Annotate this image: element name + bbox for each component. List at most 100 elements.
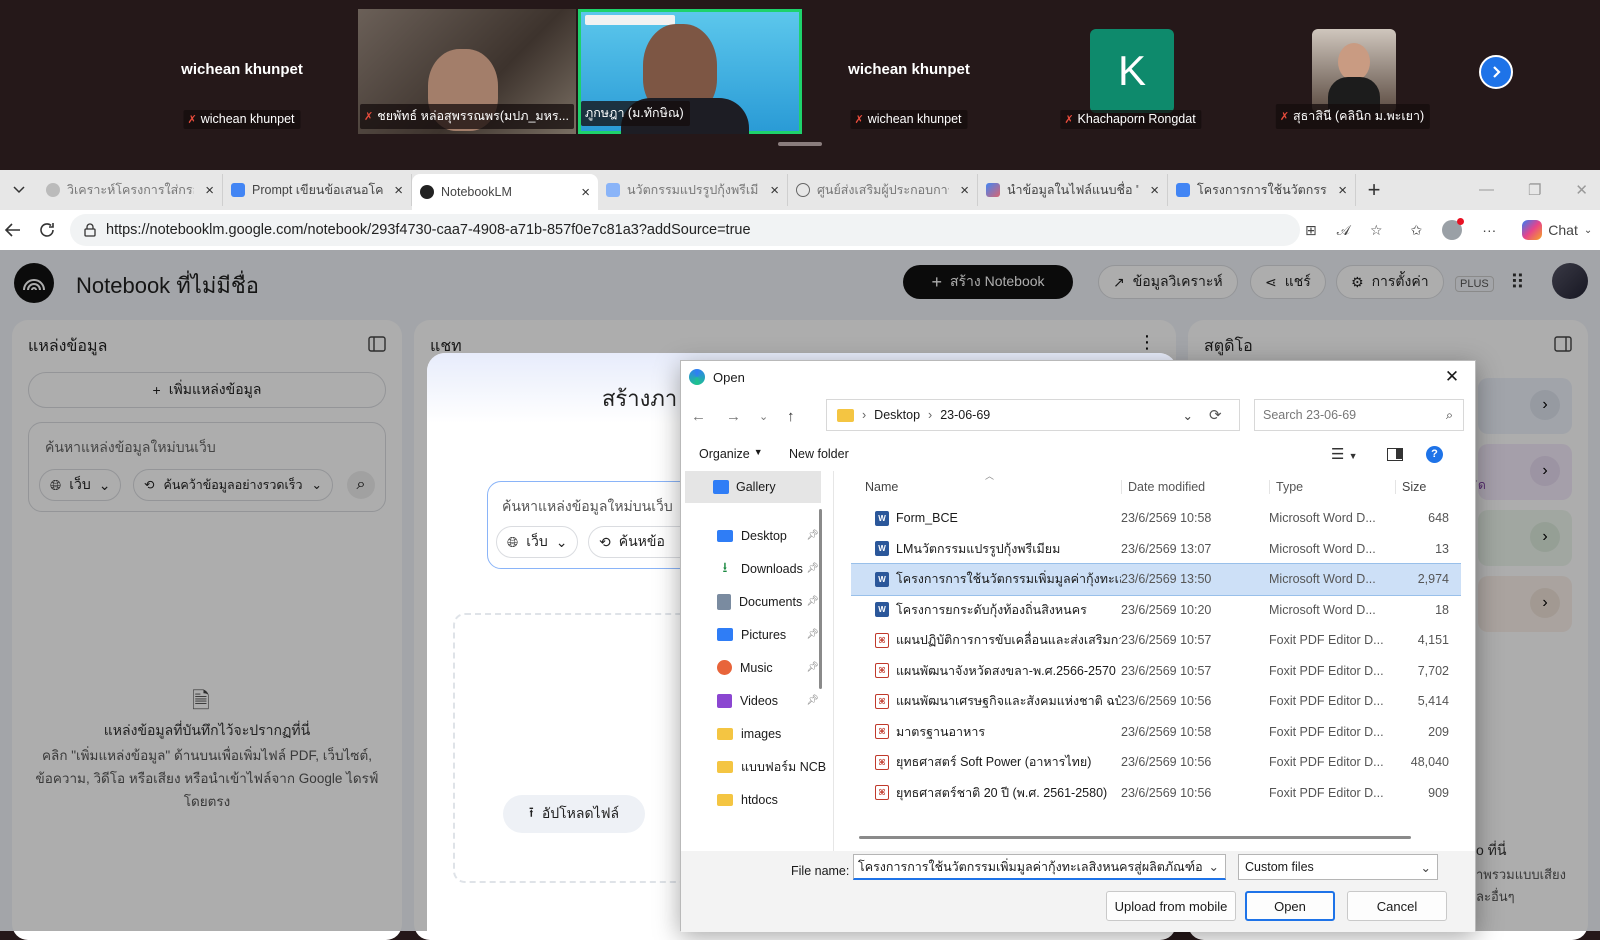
nav-item-pictures[interactable]: Pictures 📌︎ — [681, 618, 833, 651]
file-name: W โครงการการใช้นวัตกรรมเพิ่มมูลค่ากุ้งทะเ… — [851, 569, 1121, 589]
nav-item-folder[interactable]: images — [681, 717, 833, 750]
copilot-icon — [1522, 220, 1543, 240]
notebooklm-icon — [420, 185, 434, 199]
more-menu-icon[interactable]: ··· — [1482, 222, 1496, 238]
app-available-icon[interactable]: ⊞ — [1305, 222, 1317, 239]
close-tab-icon[interactable]: × — [960, 182, 969, 199]
organize-menu[interactable]: Organize ▼ — [699, 447, 763, 461]
chevron-down-icon: ⌄ — [1420, 860, 1431, 875]
column-date[interactable]: Date modified — [1121, 480, 1269, 494]
tab[interactable]: Prompt เขียนข้อเสนอโครงการ× — [223, 174, 412, 206]
participant-tile[interactable]: wichean khunpet ✗ wichean khunpet — [800, 9, 1018, 134]
search-input[interactable]: ค้นหาแหล่งข้อมูลใหม่บนเว็บ — [502, 496, 673, 518]
file-type: Microsoft Word D... — [1269, 511, 1376, 526]
column-type[interactable]: Type — [1269, 480, 1395, 494]
participant-video-tile[interactable]: ✗ ชยพัทธ์ หล่อสุพรรณพร(มปภ_มหร... — [358, 9, 576, 134]
breadcrumb[interactable]: › Desktop › 23-06-69 ⌄ — [826, 399, 1240, 431]
recent-locations-icon[interactable]: ⌄ — [759, 410, 768, 423]
command-bar: Organize ▼ New folder ☰ ▼ ? — [681, 439, 1475, 469]
file-row[interactable]: W โครงการการใช้นวัตกรรมเพิ่มมูลค่ากุ้งทะเ… — [851, 563, 1461, 596]
restore-button[interactable]: ❐ — [1528, 181, 1541, 199]
file-row[interactable]: ⌘แผนปฏิบัติการการขับเคลื่อนและส่งเสริมกา… — [851, 625, 1461, 656]
nav-item-videos[interactable]: Videos 📌︎ — [681, 684, 833, 717]
search-input[interactable]: Search 23-06-69 ⌕ — [1254, 399, 1464, 431]
tab[interactable]: โครงการการใช้นวัตกรรมเพิ่ม× — [1168, 174, 1356, 206]
url-field[interactable]: https://notebooklm.google.com/notebook/2… — [70, 214, 1300, 246]
favorite-star-icon[interactable]: ☆ — [1370, 222, 1383, 239]
close-tab-icon[interactable]: × — [1338, 182, 1347, 199]
nav-item-downloads[interactable]: ⭳ Downloads 📌︎ — [681, 552, 833, 585]
column-size[interactable]: Size — [1395, 480, 1455, 494]
close-tab-icon[interactable]: × — [770, 182, 779, 199]
tab-list-button[interactable] — [0, 186, 38, 194]
participant-tile[interactable]: K ✗ Khachaporn Rongdat — [1022, 9, 1240, 134]
horizontal-scrollbar[interactable] — [859, 836, 1411, 839]
preview-pane-icon[interactable] — [1387, 447, 1403, 461]
file-row[interactable]: ⌘ แผนพัฒนาจังหวัดสงขลา-พ.ศ.2566-2570 23/6/… — [851, 656, 1461, 687]
file-row[interactable]: ⌘แผนพัฒนาเศรษฐกิจและสังคมแห่งชาติ ฉบับที… — [851, 686, 1461, 717]
research-icon: ⟲ — [599, 533, 611, 550]
view-options-icon[interactable]: ☰ ▼ — [1331, 445, 1358, 463]
help-icon[interactable]: ? — [1426, 445, 1443, 463]
file-size: 4,151 — [1417, 633, 1449, 648]
close-tab-icon[interactable]: × — [581, 184, 590, 201]
file-date: 23/6/2569 10:58 — [1121, 724, 1212, 739]
read-aloud-icon[interactable]: 𝒜 — [1337, 222, 1350, 239]
file-row[interactable]: ⌘ ยุทธศาสตร์ Soft Power (อาหารไทย) 23/6/25… — [851, 747, 1461, 778]
upload-file-button[interactable]: ⭱ อัปโหลดไฟล์ — [503, 795, 645, 833]
tab[interactable]: นวัตกรรมแปรรูปกุ้งพรีเมียม× — [598, 174, 788, 206]
chevron-down-icon: ⌄ — [555, 533, 568, 550]
file-row[interactable]: ⌘ ยุทธศาสตร์ชาติ 20 ปี (พ.ศ. 2561-2580) 23… — [851, 778, 1461, 809]
favorites-icon[interactable]: ✩ — [1411, 222, 1423, 239]
new-tab-button[interactable]: + — [1356, 177, 1392, 203]
file-row[interactable]: W โครงการยกระดับกุ้งท้องถิ่นสิงหนคร 23/6/2… — [851, 595, 1461, 626]
pin-icon: 📌︎ — [806, 629, 819, 640]
participant-tile[interactable]: ✗ สุธาสินี (คลินิก ม.พะเยา) — [1244, 9, 1462, 134]
reload-icon[interactable] — [38, 221, 56, 239]
up-arrow-icon[interactable]: ↑ — [787, 408, 795, 425]
back-arrow-icon[interactable] — [4, 222, 22, 238]
participant-video-tile[interactable]: ภูกษฎา (ม.ทักษิณ) — [578, 9, 802, 134]
nav-item-documents[interactable]: Documents 📌︎ — [681, 585, 833, 618]
back-arrow-icon[interactable]: ← — [691, 408, 706, 425]
tab[interactable]: ศูนย์ส่งเสริมผู้ประกอบการอาหาร× — [788, 174, 978, 206]
close-tab-icon[interactable]: × — [394, 182, 403, 199]
chevron-down-icon[interactable]: ⌄ — [1183, 408, 1193, 423]
tab[interactable]: นำข้อมูลในไฟล์แนบชื่อ "LM× — [978, 174, 1168, 206]
file-rows: W Form_BCE 23/6/2569 10:58 Microsoft Word D… — [851, 503, 1461, 808]
profile-icon[interactable] — [1442, 218, 1465, 240]
nav-item-music[interactable]: Music 📌︎ — [681, 651, 833, 684]
close-window-button[interactable]: ✕ — [1575, 181, 1588, 199]
forward-arrow-icon[interactable]: → — [726, 408, 741, 425]
nav-item-desktop[interactable]: Desktop 📌︎ — [681, 519, 833, 552]
nav-scrollbar[interactable] — [819, 509, 822, 689]
breadcrumb-item[interactable]: 23-06-69 — [940, 408, 990, 422]
nav-item-gallery[interactable]: Gallery — [685, 471, 821, 503]
file-row[interactable]: W Form_BCE 23/6/2569 10:58 Microsoft Word D… — [851, 503, 1461, 534]
breadcrumb-item[interactable]: Desktop — [874, 408, 920, 422]
file-row[interactable]: W LMนวัตกรรมแปรรูปกุ้งพรีเมียม 23/6/2569 1… — [851, 534, 1461, 565]
open-button[interactable]: Open — [1245, 891, 1335, 921]
column-name[interactable]: Name — [851, 480, 1121, 494]
tab[interactable]: วิเคราะห์โครงการใส่กรอกกุ้ง× — [38, 174, 223, 206]
minimize-button[interactable]: — — [1479, 181, 1494, 199]
nav-item-folder[interactable]: แบบฟอร์ม NCB — [681, 750, 833, 783]
documents-icon — [717, 593, 731, 610]
dialog-close-button[interactable]: ✕ — [1429, 361, 1475, 393]
file-row[interactable]: ⌘ มาตรฐานอาหาร 23/6/2569 10:58 Foxit PDF Ed… — [851, 717, 1461, 748]
web-source-dropdown[interactable]: 🌐︎ เว็บ ⌄ — [496, 526, 579, 558]
participant-tile[interactable]: wichean khunpet ✗ wichean khunpet — [133, 9, 351, 134]
file-name-input[interactable]: โครงการการใช้นวัตกรรมเพิ่มมูลค่ากุ้งทะเล… — [853, 854, 1226, 880]
close-tab-icon[interactable]: × — [1150, 182, 1159, 199]
file-type-select[interactable]: Custom files ⌄ — [1238, 854, 1438, 880]
refresh-icon[interactable]: ⟳ — [1209, 406, 1222, 424]
cancel-button[interactable]: Cancel — [1347, 891, 1447, 921]
copilot-chat-button[interactable]: Chat ⌄ — [1522, 220, 1592, 240]
chevron-down-icon[interactable]: ⌄ — [1203, 859, 1225, 874]
close-tab-icon[interactable]: × — [205, 182, 214, 199]
new-folder-button[interactable]: New folder — [789, 447, 849, 461]
upload-from-mobile-button[interactable]: Upload from mobile — [1106, 891, 1236, 921]
nav-item-folder[interactable]: htdocs — [681, 783, 833, 816]
tab-active[interactable]: NotebookLM × — [412, 174, 598, 210]
next-participants-button[interactable] — [1479, 55, 1513, 89]
